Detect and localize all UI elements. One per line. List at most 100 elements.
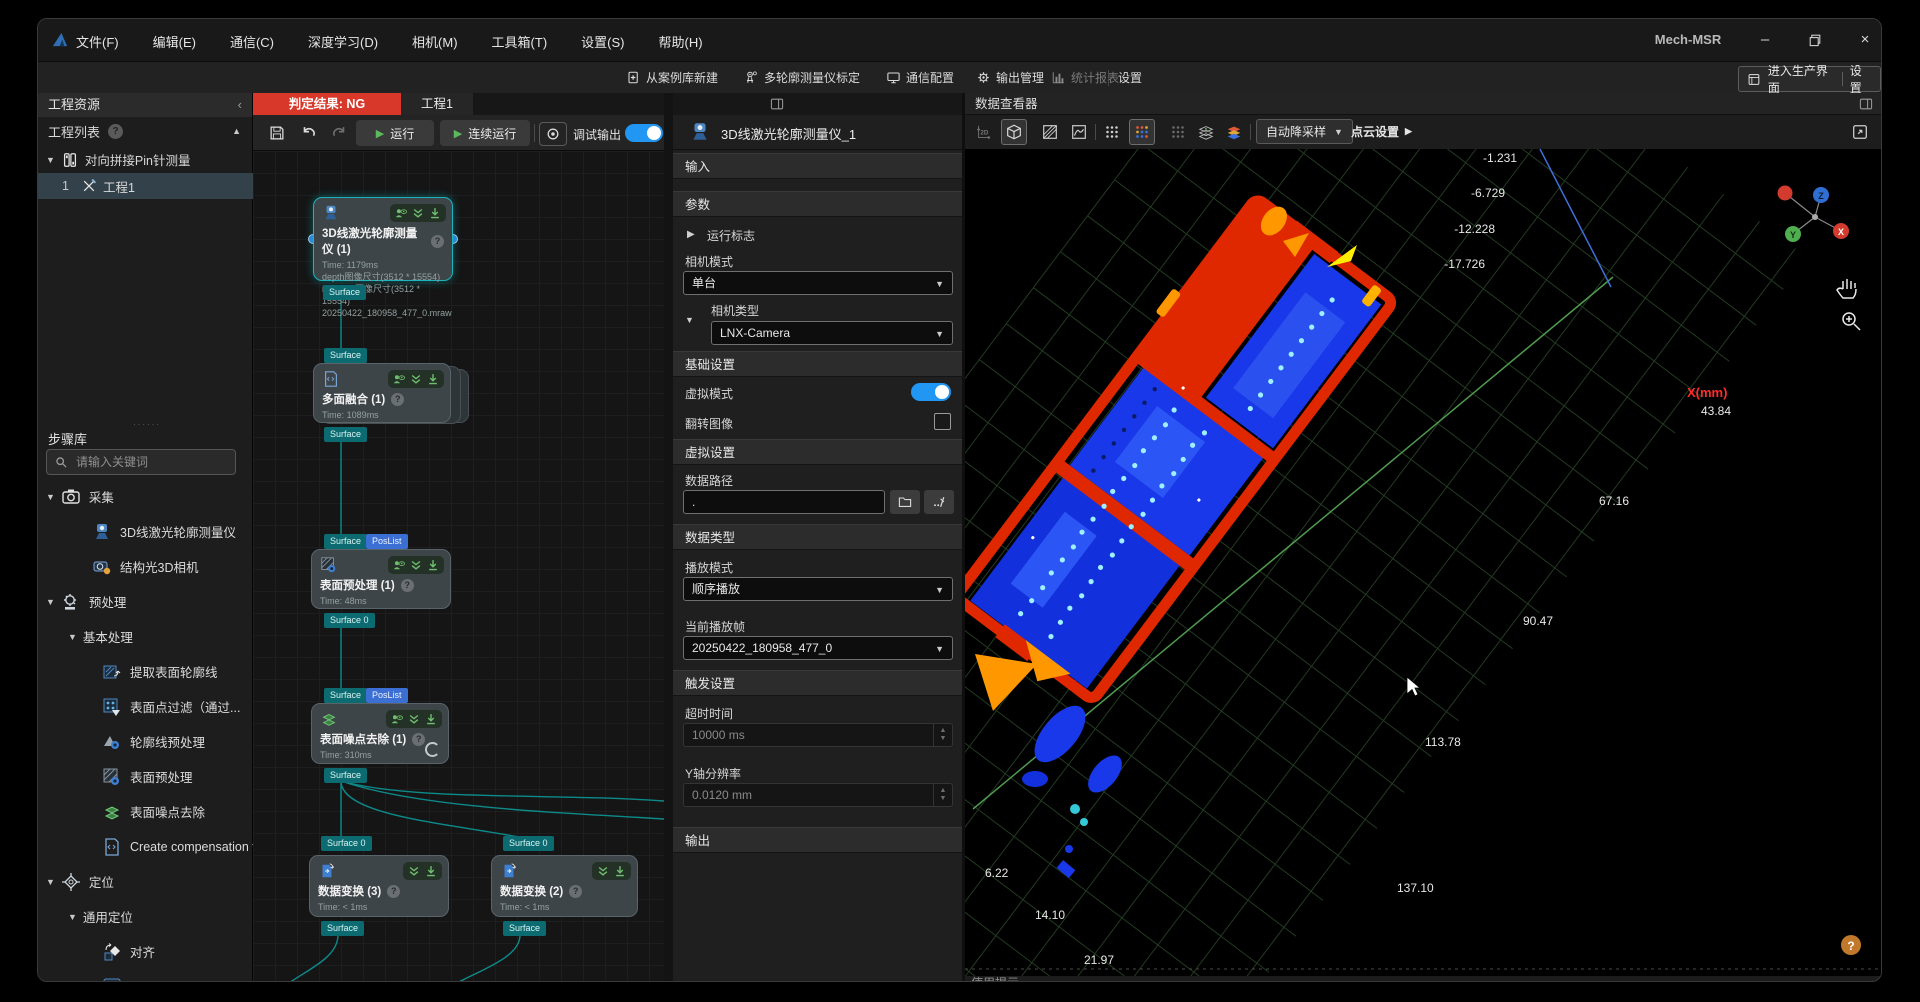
step-item-extract-profile[interactable]: 提取表面轮廓线 (38, 654, 253, 689)
splitter-flow-props[interactable] (664, 93, 673, 982)
viewer-expand-button[interactable] (1847, 119, 1873, 145)
layers-colored-button[interactable] (1221, 119, 1247, 145)
data-path-input[interactable]: . (683, 490, 885, 514)
spin-buttons[interactable]: ▲▼ (933, 784, 952, 806)
menu-deep-learning[interactable]: 深度学习(D) (306, 28, 380, 55)
input-port-tag[interactable]: Surface (324, 348, 367, 363)
restore-button[interactable] (1800, 29, 1830, 51)
pan-hand-icon[interactable] (1837, 279, 1856, 298)
panel-splitter-handle[interactable]: ······ (133, 423, 159, 428)
minimize-button[interactable]: – (1750, 29, 1780, 51)
output-port-tag[interactable]: Surface (503, 921, 546, 936)
pointcloud-3d-viewport[interactable]: -1.231 -6.729 -12.228 -17.726 43.84 67.1… (965, 149, 1882, 976)
menu-settings[interactable]: 设置(S) (579, 28, 626, 55)
production-settings-button[interactable]: 设置 (1850, 62, 1872, 96)
pointcloud-settings-button[interactable]: 点云设置▶ (1351, 123, 1412, 140)
gizmo-ball-red[interactable] (1778, 186, 1793, 201)
collapse-check-icon[interactable] (411, 206, 425, 220)
step-item-align[interactable]: 对齐 (38, 934, 253, 969)
section-output[interactable]: 输出 (673, 827, 962, 853)
output-port-tag[interactable]: Surface (324, 427, 367, 442)
flow-node-surface-preprocess[interactable]: 表面预处理 (1)? Time: 48ms (311, 549, 451, 609)
menu-help[interactable]: 帮助(H) (657, 28, 705, 55)
redo-button[interactable] (327, 122, 351, 144)
panel-toggle-icon[interactable] (769, 96, 785, 112)
step-item-profile-preprocess[interactable]: 轮廓线预处理 (38, 724, 253, 759)
timeout-spinbox[interactable]: 10000 ms ▲▼ (683, 723, 953, 747)
run-settings-button[interactable] (539, 122, 567, 146)
download-icon[interactable] (613, 864, 627, 878)
step-item-surface-preprocess[interactable]: 表面预处理 (38, 759, 253, 794)
preview-eye-icon[interactable] (392, 372, 406, 386)
orientation-gizmo[interactable]: Z Y X (1778, 186, 1850, 243)
collapse-check-icon[interactable] (407, 712, 421, 726)
browse-folder-button[interactable] (890, 490, 920, 514)
step-group-capture[interactable]: ▼采集 (38, 479, 253, 514)
section-virtual-settings[interactable]: 虚拟设置 (673, 439, 962, 465)
menu-edit[interactable]: 编辑(E) (151, 28, 198, 55)
output-port-tag[interactable]: Surface (321, 921, 364, 936)
new-from-case-button[interactable]: 从案例库新建 (626, 69, 718, 86)
debug-output-toggle[interactable] (625, 124, 663, 142)
preview-eye-icon[interactable] (390, 712, 404, 726)
output-port-tag[interactable]: Surface 0 (324, 613, 375, 628)
step-group-locate[interactable]: ▼定位 (38, 864, 253, 899)
y-resolution-spinbox[interactable]: 0.0120 mm ▲▼ (683, 783, 953, 807)
download-icon[interactable] (428, 206, 442, 220)
flow-node-data-transform-3[interactable]: 数据变换 (3)? Time: < 1ms (309, 855, 449, 917)
camera-mode-select[interactable]: 单台▼ (683, 271, 953, 295)
help-badge[interactable]: ? (569, 885, 582, 898)
step-group-basic[interactable]: ▼基本处理 (38, 619, 253, 654)
help-badge[interactable]: ? (108, 124, 123, 139)
undo-button[interactable] (297, 122, 321, 144)
section-trigger-settings[interactable]: 触发设置 (673, 670, 962, 696)
input-port-tag[interactable]: Surface (324, 534, 367, 549)
settings-button[interactable]: 设置 (1118, 69, 1142, 86)
menu-file[interactable]: 文件(F) (74, 28, 121, 55)
preview-eye-icon[interactable] (392, 558, 406, 572)
preview-eye-icon[interactable] (394, 206, 408, 220)
hatch-view-button[interactable] (1037, 119, 1063, 145)
input-port-tag[interactable]: Surface 0 (321, 836, 372, 851)
run-flag-label[interactable]: 运行标志 (707, 227, 755, 244)
output-port-tag[interactable]: Surface (324, 768, 367, 783)
download-icon[interactable] (426, 372, 440, 386)
view-3d-button[interactable] (1001, 119, 1027, 145)
spin-buttons[interactable]: ▲▼ (933, 724, 952, 746)
input-port-tag[interactable]: Surface 0 (503, 836, 554, 851)
step-item-noise-removal[interactable]: 表面噪点去除 (38, 794, 253, 829)
tab-project1[interactable]: 工程1 (401, 93, 473, 115)
collapse-panel-button[interactable]: ‹ (238, 93, 242, 117)
output-port-tag[interactable]: Surface (323, 285, 366, 300)
flow-graph-canvas[interactable]: 3D线激光轮廓测量仪 (1)? Time: 1179msdepth图像尺寸(35… (253, 151, 664, 982)
auto-downsample-select[interactable]: 自动降采样▼ (1256, 119, 1353, 144)
chevron-down-icon[interactable]: ▼ (685, 315, 694, 325)
view-2d-button[interactable] (971, 119, 997, 145)
zoom-in-icon[interactable] (1843, 313, 1860, 330)
section-data-type[interactable]: 数据类型 (673, 524, 962, 550)
viewer-panel-icon[interactable] (1858, 96, 1874, 112)
step-item-blob[interactable]: Blob分析 (38, 969, 253, 982)
help-badge[interactable]: ? (387, 885, 400, 898)
close-button[interactable]: × (1850, 29, 1880, 51)
collapse-check-icon[interactable] (409, 372, 423, 386)
collapse-list-icon[interactable]: ▲ (232, 126, 241, 136)
flip-image-checkbox[interactable] (934, 413, 951, 430)
input-port-tag-poselist[interactable]: PosList (366, 688, 408, 703)
flow-node-data-transform-2[interactable]: 数据变换 (2)? Time: < 1ms (491, 855, 638, 917)
camera-type-select[interactable]: LNX-Camera▼ (711, 321, 953, 345)
project-group-row[interactable]: ▼ 对向拼接Pin针测量 (38, 147, 253, 172)
flow-node-noise-removal[interactable]: 表面噪点去除 (1)? Time: 310ms (311, 703, 449, 764)
tab-judge-result[interactable]: 判定结果: NG (253, 93, 401, 115)
step-item-compensation-file[interactable]: Create compensation file (38, 829, 253, 864)
step-group-preprocess[interactable]: ▼预处理 (38, 584, 253, 619)
dots-dim-button[interactable] (1165, 119, 1191, 145)
step-search-input[interactable] (74, 454, 228, 470)
path-check-button[interactable] (924, 490, 954, 514)
chevron-down-icon[interactable]: ▼ (46, 155, 55, 165)
download-icon[interactable] (424, 864, 438, 878)
download-icon[interactable] (424, 712, 438, 726)
dots-plain-button[interactable] (1099, 119, 1125, 145)
virtual-mode-toggle[interactable] (911, 383, 951, 401)
flow-node-laser-profiler[interactable]: 3D线激光轮廓测量仪 (1)? Time: 1179msdepth图像尺寸(35… (313, 197, 453, 281)
